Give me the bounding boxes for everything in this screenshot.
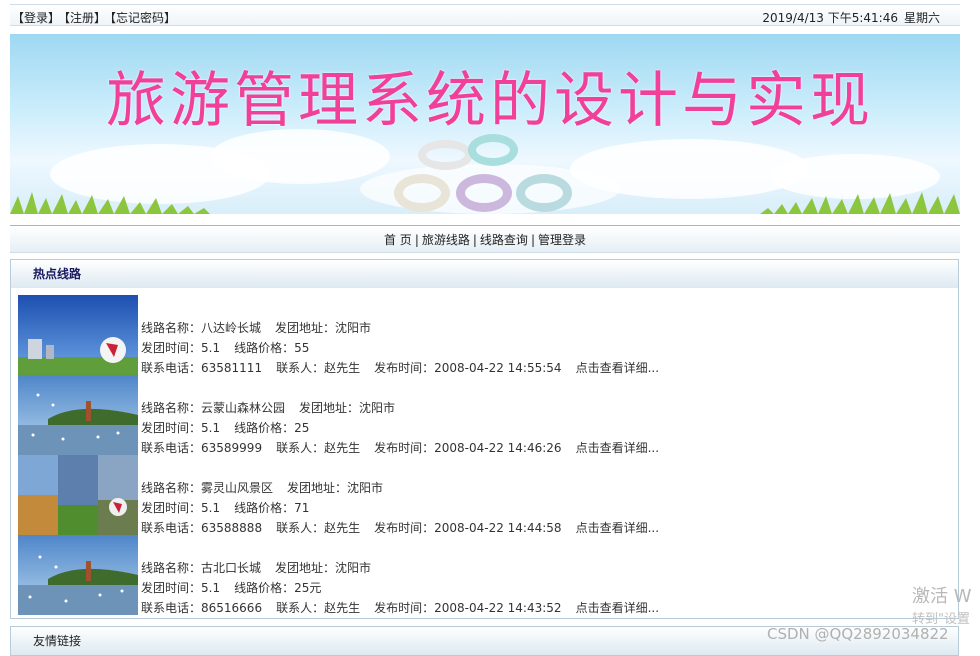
site-banner: 旅游管理系统的设计与实现 xyxy=(10,34,960,214)
hot-routes-panel: 热点线路 线路名称：八达岭长城 发团地址：沈阳市 发团时间：5.1 线路价格：55 … xyxy=(10,259,959,619)
route-thumbnail[interactable] xyxy=(18,455,138,535)
route-publish: 发布时间：2008-04-22 14:44:58 xyxy=(374,521,562,535)
route-publish: 发布时间：2008-04-22 14:55:54 xyxy=(374,361,562,375)
route-info: 线路名称：古北口长城 发团地址：沈阳市 发团时间：5.1 线路价格：25元 联系电话… xyxy=(141,558,659,618)
nav-separator: | xyxy=(530,233,535,247)
weekday-text: 星期六 xyxy=(903,11,940,25)
register-link[interactable]: 【注册】 xyxy=(64,11,106,25)
route-name: 线路名称：云蒙山森林公园 xyxy=(141,401,286,415)
route-time: 发团时间：5.1 xyxy=(141,501,221,515)
route-info: 线路名称：雾灵山风景区 发团地址：沈阳市 发团时间：5.1 线路价格：71 联系电话… xyxy=(141,478,659,538)
route-time: 发团时间：5.1 xyxy=(141,341,221,355)
route-place: 发团地址：沈阳市 xyxy=(299,401,396,415)
route-thumbnail[interactable] xyxy=(18,375,138,455)
route-phone: 联系电话：86516666 xyxy=(141,601,263,615)
route-contact: 联系人：赵先生 xyxy=(276,521,361,535)
route-price: 线路价格：25 xyxy=(234,421,310,435)
datetime-text: 2019/4/13 下午5:41:46 xyxy=(762,11,898,25)
route-phone: 联系电话：63589999 xyxy=(141,441,263,455)
route-item: 线路名称：云蒙山森林公园 发团地址：沈阳市 发团时间：5.1 线路价格：25 联系电… xyxy=(18,375,948,455)
route-detail-link[interactable]: 点击查看详细... xyxy=(576,361,659,375)
nav-home[interactable]: 首 页 xyxy=(384,233,412,247)
route-contact: 联系人：赵先生 xyxy=(276,601,361,615)
route-time: 发团时间：5.1 xyxy=(141,581,221,595)
ring-decoration xyxy=(456,174,512,212)
csdn-watermark: CSDN @QQ2892034822 xyxy=(767,625,949,643)
route-price: 线路价格：71 xyxy=(234,501,310,515)
route-place: 发团地址：沈阳市 xyxy=(275,561,372,575)
route-phone: 联系电话：63581111 xyxy=(141,361,263,375)
grass-left-decoration xyxy=(10,192,210,214)
route-price: 线路价格：55 xyxy=(234,341,310,355)
route-name: 线路名称：古北口长城 xyxy=(141,561,262,575)
banner-title: 旅游管理系统的设计与实现 xyxy=(106,66,874,136)
route-place: 发团地址：沈阳市 xyxy=(287,481,384,495)
route-time: 发团时间：5.1 xyxy=(141,421,221,435)
route-place: 发团地址：沈阳市 xyxy=(275,321,372,335)
top-bar: 【登录】 【注册】 【忘记密码】 2019/4/13 下午5:41:46 星期六 xyxy=(10,4,960,26)
route-detail-link[interactable]: 点击查看详细... xyxy=(576,521,659,535)
route-item: 线路名称：雾灵山风景区 发团地址：沈阳市 发团时间：5.1 线路价格：71 联系电话… xyxy=(18,455,948,535)
route-phone: 联系电话：63588888 xyxy=(141,521,263,535)
route-item: 线路名称：古北口长城 发团地址：沈阳市 发团时间：5.1 线路价格：25元 联系电话… xyxy=(18,535,948,615)
ring-decoration xyxy=(418,140,473,170)
nav-routes[interactable]: 旅游线路 xyxy=(422,233,470,247)
account-links: 【登录】 【注册】 【忘记密码】 xyxy=(12,9,180,26)
datetime-display: 2019/4/13 下午5:41:46 星期六 xyxy=(756,9,940,26)
route-price: 线路价格：25元 xyxy=(234,581,322,595)
route-publish: 发布时间：2008-04-22 14:46:26 xyxy=(374,441,562,455)
route-info: 线路名称：云蒙山森林公园 发团地址：沈阳市 发团时间：5.1 线路价格：25 联系电… xyxy=(141,398,659,458)
route-item: 线路名称：八达岭长城 发团地址：沈阳市 发团时间：5.1 线路价格：55 联系电话：… xyxy=(18,295,948,375)
nav-separator: | xyxy=(414,233,419,247)
nav-search[interactable]: 线路查询 xyxy=(480,233,528,247)
nav-admin-login[interactable]: 管理登录 xyxy=(538,233,586,247)
ring-decoration xyxy=(468,134,518,166)
main-nav: 首 页 | 旅游线路 | 线路查询 | 管理登录 xyxy=(10,225,960,253)
route-name: 线路名称：雾灵山风景区 xyxy=(141,481,274,495)
forgot-password-link[interactable]: 【忘记密码】 xyxy=(110,11,176,25)
ring-decoration xyxy=(394,174,450,212)
route-info: 线路名称：八达岭长城 发团地址：沈阳市 发团时间：5.1 线路价格：55 联系电话：… xyxy=(141,318,659,378)
windows-activate-watermark: 激活 W xyxy=(912,586,972,607)
route-detail-link[interactable]: 点击查看详细... xyxy=(576,601,659,615)
route-contact: 联系人：赵先生 xyxy=(276,361,361,375)
route-thumbnail[interactable] xyxy=(18,295,138,375)
grass-right-decoration xyxy=(760,192,960,214)
route-publish: 发布时间：2008-04-22 14:43:52 xyxy=(374,601,562,615)
hot-routes-title: 热点线路 xyxy=(11,260,958,288)
login-link[interactable]: 【登录】 xyxy=(12,11,60,25)
route-thumbnail[interactable] xyxy=(18,535,138,615)
route-name: 线路名称：八达岭长城 xyxy=(141,321,262,335)
ring-decoration xyxy=(516,174,572,212)
route-contact: 联系人：赵先生 xyxy=(276,441,361,455)
nav-separator: | xyxy=(472,233,477,247)
route-detail-link[interactable]: 点击查看详细... xyxy=(576,441,659,455)
